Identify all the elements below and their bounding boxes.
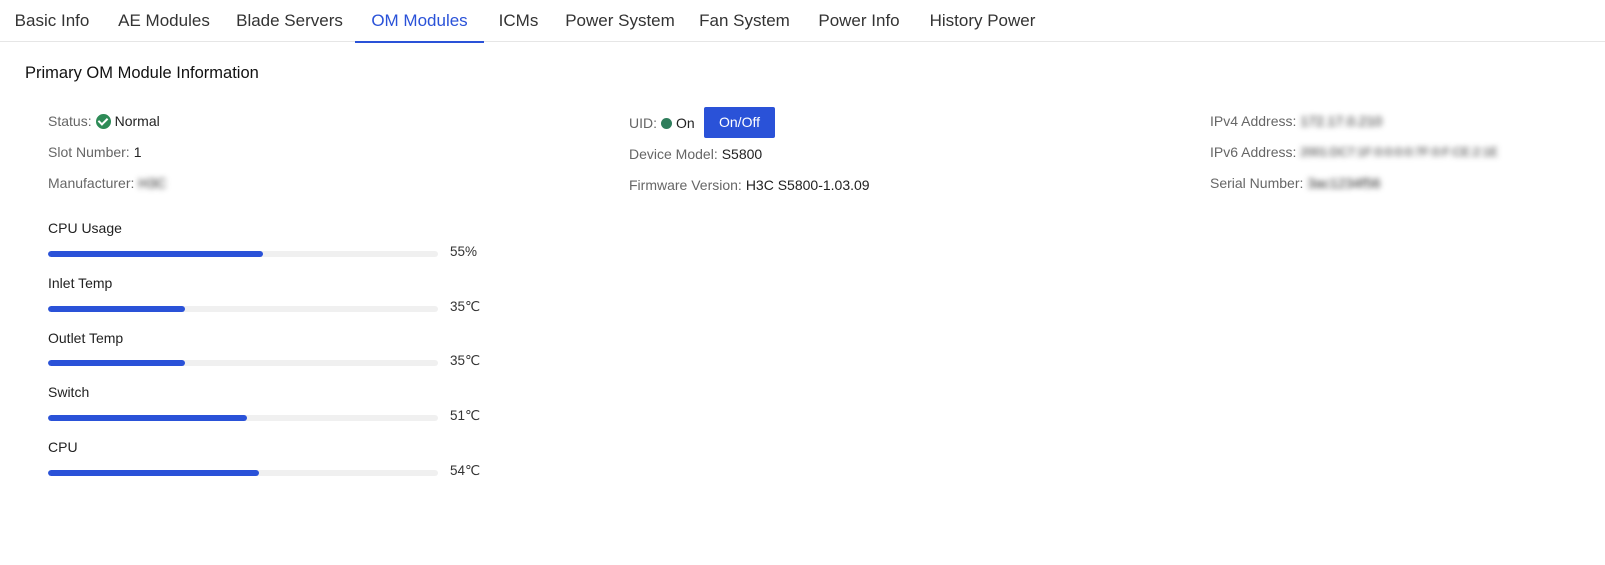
- progress-fill: [48, 306, 185, 312]
- serial-row: Serial Number: 3ac1234f56: [1210, 173, 1381, 193]
- tab-history-power[interactable]: History Power: [916, 0, 1049, 42]
- tab-bar: Basic Info AE Modules Blade Servers OM M…: [0, 0, 1605, 43]
- uid-label: UID:: [629, 115, 657, 131]
- status-row: Status: Normal: [48, 111, 160, 131]
- metric-value: 55%: [450, 244, 478, 259]
- ipv4-label: IPv4 Address:: [1210, 113, 1297, 129]
- firmware-label: Firmware Version:: [629, 177, 742, 193]
- metric-label: CPU: [48, 439, 78, 455]
- ipv6-label: IPv6 Address:: [1210, 144, 1297, 160]
- tab-power-system[interactable]: Power System: [553, 0, 687, 42]
- progress-fill: [48, 415, 247, 421]
- uid-on-off-button[interactable]: On/Off: [704, 107, 775, 138]
- slot-value: 1: [133, 144, 142, 160]
- ipv6-value: 2001:DC7:1F:0:0:0:0:7F:0:F:CE:2:1E: [1300, 145, 1498, 159]
- model-value: S5800: [721, 146, 763, 162]
- tab-power-info[interactable]: Power Info: [802, 0, 916, 42]
- tab-fan-system[interactable]: Fan System: [687, 0, 802, 42]
- progress-fill: [48, 470, 259, 476]
- tab-ae-modules[interactable]: AE Modules: [104, 0, 224, 42]
- tab-basic-info[interactable]: Basic Info: [0, 0, 104, 42]
- uid-row: UID: On: [629, 113, 695, 133]
- ipv4-value: 172.17.0.210: [1300, 113, 1383, 129]
- metric-value: 54℃: [450, 463, 481, 478]
- manufacturer-value: H3C: [138, 175, 167, 191]
- metric-label: CPU Usage: [48, 220, 122, 236]
- metric-label: Inlet Temp: [48, 275, 113, 291]
- status-value: Normal: [114, 113, 160, 129]
- section-title: Primary OM Module Information: [25, 64, 259, 82]
- metric-label: Outlet Temp: [48, 330, 124, 346]
- progress-track: [48, 306, 438, 312]
- tab-icms[interactable]: ICMs: [484, 0, 553, 42]
- serial-value: 3ac1234f56: [1307, 175, 1381, 191]
- firmware-value: H3C S5800-1.03.09: [745, 177, 870, 193]
- progress-track: [48, 251, 438, 257]
- slot-row: Slot Number: 1: [48, 142, 142, 162]
- ipv6-row: IPv6 Address: 2001:DC7:1F:0:0:0:0:7F:0:F…: [1210, 142, 1498, 162]
- firmware-row: Firmware Version: H3C S5800-1.03.09: [629, 175, 870, 195]
- model-row: Device Model: S5800: [629, 144, 762, 164]
- metric-label: Switch: [48, 384, 90, 400]
- progress-fill: [48, 251, 263, 257]
- manufacturer-row: Manufacturer: H3C: [48, 173, 166, 193]
- metric-value: 51℃: [450, 408, 481, 423]
- progress-track: [48, 470, 438, 476]
- check-circle-icon: [95, 113, 111, 129]
- serial-label: Serial Number:: [1210, 175, 1304, 191]
- progress-track: [48, 415, 438, 421]
- metric-value: 35℃: [450, 299, 481, 314]
- slot-label: Slot Number:: [48, 144, 130, 160]
- progress-track: [48, 360, 438, 366]
- progress-fill: [48, 360, 185, 366]
- manufacturer-label: Manufacturer:: [48, 175, 135, 191]
- uid-status-dot-icon: [661, 117, 672, 129]
- tab-om-modules[interactable]: OM Modules: [355, 0, 484, 43]
- ipv4-row: IPv4 Address: 172.17.0.210: [1210, 111, 1382, 131]
- model-label: Device Model:: [629, 146, 718, 162]
- tab-blade-servers[interactable]: Blade Servers: [224, 0, 355, 42]
- metric-value: 35℃: [450, 353, 481, 368]
- status-label: Status:: [48, 113, 92, 129]
- uid-value: On: [676, 115, 695, 131]
